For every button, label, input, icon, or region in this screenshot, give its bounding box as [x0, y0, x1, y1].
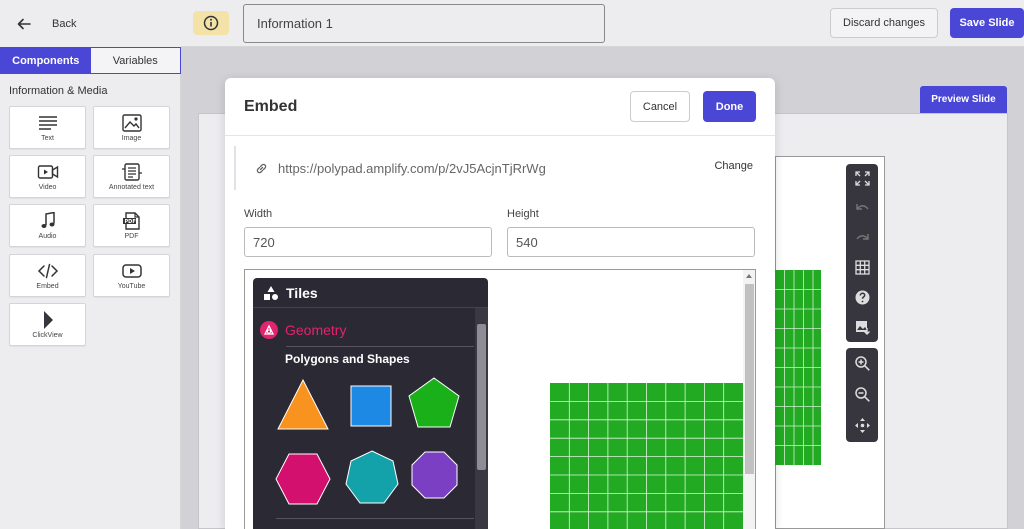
shapes-icon — [264, 285, 278, 300]
export-image-button[interactable] — [846, 312, 878, 342]
category-divider — [286, 346, 474, 347]
tiles-label: Tiles — [286, 284, 318, 301]
image-icon — [121, 113, 142, 132]
text-lines-icon — [38, 115, 57, 130]
component-label: Video — [38, 183, 57, 191]
zoom-in-button[interactable] — [846, 348, 878, 379]
fullscreen-button[interactable] — [846, 164, 878, 194]
image-download-icon — [855, 320, 870, 335]
heptagon-shape[interactable] — [345, 450, 399, 504]
component-video[interactable]: Video — [9, 155, 86, 198]
preview-slide-button[interactable]: Preview Slide — [920, 86, 1007, 113]
back-label: Back — [52, 17, 77, 30]
component-label: Annotated text — [108, 183, 155, 191]
triangle-shape[interactable] — [277, 378, 329, 430]
polypad-green-grid — [550, 383, 743, 529]
component-pdf[interactable]: PDF PDF — [93, 204, 170, 247]
geometry-icon — [260, 321, 278, 339]
music-note-icon — [41, 211, 55, 228]
pdf-file-icon: PDF — [122, 211, 140, 230]
toolbar-rail-top — [846, 164, 878, 342]
preview-scrollbar-thumb[interactable] — [745, 284, 754, 474]
panel-tabs: Components Variables — [0, 47, 181, 74]
component-annotated-text[interactable]: Annotated text — [93, 155, 170, 198]
component-image[interactable]: Image — [93, 106, 170, 149]
change-url-button[interactable]: Change — [714, 160, 753, 172]
save-slide-button[interactable]: Save Slide — [950, 8, 1024, 38]
slide-title-input[interactable] — [243, 4, 605, 43]
done-button[interactable]: Done — [703, 91, 756, 122]
play-triangle-icon — [43, 310, 53, 329]
tiles-header[interactable]: Tiles — [253, 278, 488, 308]
height-label: Height — [507, 208, 539, 220]
info-icon — [203, 15, 219, 31]
undo-icon — [855, 204, 869, 210]
section-divider — [276, 518, 474, 519]
component-label: YouTube — [117, 282, 146, 290]
component-embed[interactable]: Embed — [9, 254, 86, 297]
polygons-section-title: Polygons and Shapes — [285, 352, 410, 366]
component-text[interactable]: Text — [9, 106, 86, 149]
link-icon — [256, 163, 267, 173]
discard-changes-button[interactable]: Discard changes — [830, 8, 938, 38]
back-button[interactable]: Back — [0, 0, 181, 47]
square-shape[interactable] — [350, 385, 392, 427]
background-green-grid — [775, 270, 821, 465]
tab-variables[interactable]: Variables — [90, 48, 180, 73]
annotated-text-icon — [121, 162, 142, 181]
section-title: Information & Media — [9, 85, 108, 97]
grid-icon — [854, 260, 870, 275]
app-window: Back Components Variables Information & … — [0, 0, 1024, 529]
hexagon-shape[interactable] — [275, 453, 331, 505]
move-icon — [854, 418, 870, 433]
polypad-tiles-panel: Tiles Geometry Polygons and Shapes — [253, 278, 488, 529]
embed-preview: Tiles Geometry Polygons and Shapes — [244, 269, 756, 529]
height-input[interactable] — [507, 227, 755, 257]
help-button[interactable] — [846, 283, 878, 313]
polygon-shapes — [275, 377, 460, 505]
pentagon-shape[interactable] — [408, 377, 460, 428]
modal-title: Embed — [244, 98, 298, 115]
width-label: Width — [244, 208, 273, 220]
toolbar-rail-bottom — [846, 348, 878, 442]
video-icon — [37, 164, 58, 179]
info-button[interactable] — [193, 11, 229, 35]
octagon-shape[interactable] — [411, 451, 458, 499]
component-label: Audio — [38, 232, 57, 240]
zoom-out-icon — [854, 387, 870, 402]
undo-button[interactable] — [846, 194, 878, 224]
component-label: ClickView — [32, 331, 63, 339]
component-youtube[interactable]: YouTube — [93, 254, 170, 297]
embed-url-row: https://polypad.amplify.com/p/2vJ5AcjnTj… — [234, 146, 764, 190]
grid-button[interactable] — [846, 253, 878, 283]
component-label: PDF — [124, 232, 139, 240]
tab-components[interactable]: Components — [1, 48, 91, 73]
component-label: Embed — [36, 282, 59, 290]
component-audio[interactable]: Audio — [9, 204, 86, 247]
tiles-scrollbar-thumb[interactable] — [477, 324, 486, 470]
embed-modal: Embed Cancel Done https://polypad.amplif… — [225, 78, 775, 529]
help-icon — [855, 290, 869, 305]
caret-up-icon — [746, 274, 752, 278]
scroll-up-button[interactable] — [743, 270, 755, 282]
youtube-icon — [121, 263, 142, 278]
modal-header-divider — [225, 135, 775, 136]
arrow-left-icon — [17, 18, 31, 29]
component-clickview[interactable]: ClickView — [9, 303, 86, 346]
geometry-label: Geometry — [285, 322, 347, 338]
code-icon — [37, 263, 58, 278]
svg-text:PDF: PDF — [124, 219, 135, 225]
component-label: Text — [41, 134, 54, 142]
component-label: Image — [121, 134, 142, 142]
zoom-in-icon — [854, 356, 870, 371]
redo-button[interactable] — [846, 223, 878, 253]
width-input[interactable] — [244, 227, 492, 257]
pan-button[interactable] — [846, 410, 878, 441]
fullscreen-icon — [854, 171, 870, 186]
cancel-button[interactable]: Cancel — [630, 91, 690, 122]
zoom-out-button[interactable] — [846, 379, 878, 410]
geometry-category[interactable]: Geometry — [253, 316, 473, 344]
embed-url: https://polypad.amplify.com/p/2vJ5AcjnTj… — [278, 160, 546, 176]
redo-icon — [855, 233, 869, 240]
